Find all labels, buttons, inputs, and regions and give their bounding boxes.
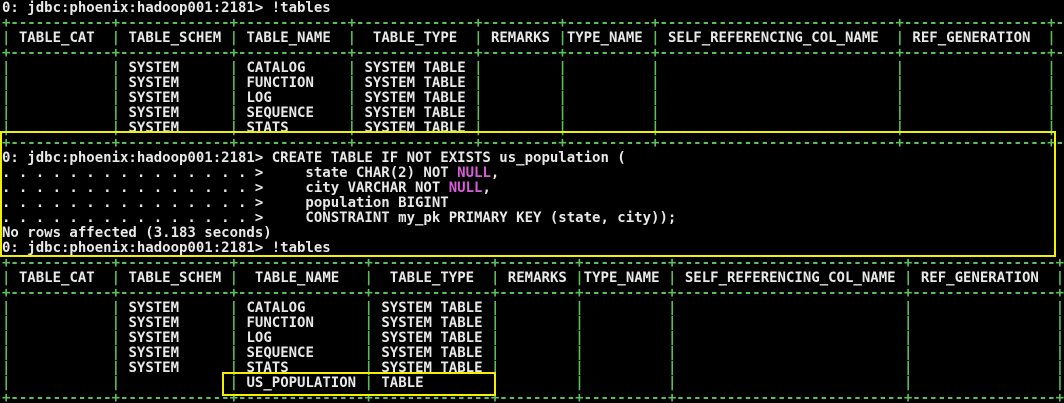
command-tables-2: 0: jdbc:phoenix:hadoop001:2181> !tables	[2, 241, 1064, 256]
create-table-line-city: . . . . . . . . . . . . . . . > city VAR…	[2, 181, 1064, 196]
table2-row-log: | | SYSTEM | LOG | SYSTEM TABLE | | | | …	[2, 331, 1064, 346]
table1-row-sequence: | | SYSTEM | SEQUENCE | SYSTEM TABLE | |…	[2, 106, 1064, 121]
table2-header-separator: +------------+-------------+------------…	[2, 286, 1064, 301]
table2-row-function: | | SYSTEM | FUNCTION | SYSTEM TABLE | |…	[2, 316, 1064, 331]
create-table-command: 0: jdbc:phoenix:hadoop001:2181> CREATE T…	[2, 151, 1064, 166]
create-table-line-constraint: . . . . . . . . . . . . . . . > CONSTRAI…	[2, 211, 1064, 226]
table2-header: | TABLE_CAT | TABLE_SCHEM | TABLE_NAME |…	[2, 271, 1064, 286]
table1-border-top: +------------+-------------+------------…	[2, 16, 1064, 31]
table2-row-sequence: | | SYSTEM | SEQUENCE | SYSTEM TABLE | |…	[2, 346, 1064, 361]
table1-row-catalog: | | SYSTEM | CATALOG | SYSTEM TABLE | | …	[2, 61, 1064, 76]
create-table-line-population: . . . . . . . . . . . . . . . > populati…	[2, 196, 1064, 211]
table2-border-top: +------------+-------------+------------…	[2, 256, 1064, 271]
create-table-line-state: . . . . . . . . . . . . . . . > state CH…	[2, 166, 1064, 181]
terminal-output: 0: jdbc:phoenix:hadoop001:2181> !tables+…	[2, 1, 1064, 403]
command-tables-1: 0: jdbc:phoenix:hadoop001:2181> !tables	[2, 1, 1064, 16]
table1-row-function: | | SYSTEM | FUNCTION | SYSTEM TABLE | |…	[2, 76, 1064, 91]
table2-border-bottom: +------------+-------------+------------…	[2, 391, 1064, 403]
table2-row-stats: | | SYSTEM | STATS | SYSTEM TABLE | | | …	[2, 361, 1064, 376]
terminal-screen[interactable]: 0: jdbc:phoenix:hadoop001:2181> !tables+…	[0, 0, 1064, 403]
table1-header-separator: +------------+-------------+------------…	[2, 46, 1064, 61]
table1-row-log: | | SYSTEM | LOG | SYSTEM TABLE | | | | …	[2, 91, 1064, 106]
table2-row-us-population: | | | US_POPULATION | TABLE | | | | |	[2, 376, 1064, 391]
status-no-rows-affected: No rows affected (3.183 seconds)	[2, 226, 1064, 241]
table1-border-bottom: +------------+-------------+------------…	[2, 136, 1064, 151]
table2-row-catalog: | | SYSTEM | CATALOG | SYSTEM TABLE | | …	[2, 301, 1064, 316]
table1-header: | TABLE_CAT | TABLE_SCHEM | TABLE_NAME |…	[2, 31, 1064, 46]
table1-row-stats: | | SYSTEM | STATS | SYSTEM TABLE | | | …	[2, 121, 1064, 136]
